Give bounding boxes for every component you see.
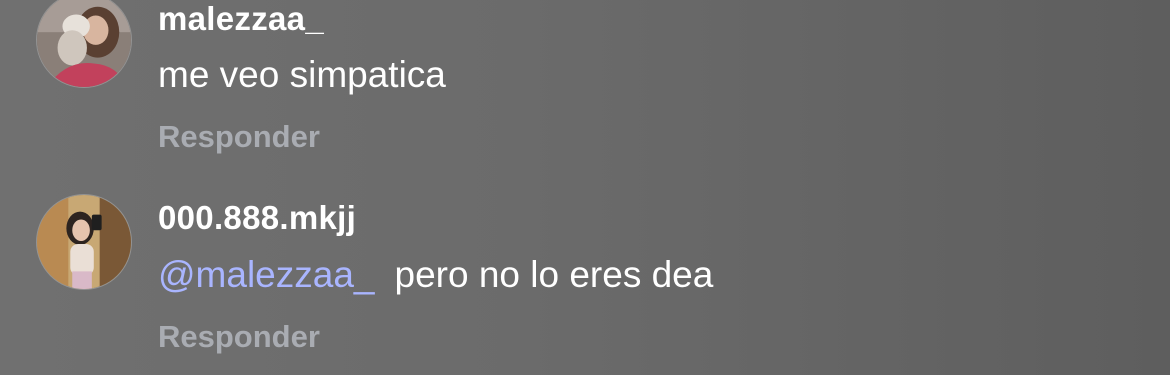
comment-text-row: @malezzaa_ pero no lo eres dea [158, 254, 713, 296]
reply-button[interactable]: Responder [158, 319, 320, 355]
comment-text: pero no lo eres dea [394, 254, 714, 295]
avatar[interactable] [36, 0, 132, 88]
comment-username[interactable]: 000.888.mkjj [158, 199, 356, 237]
comment-text: me veo simpatica [158, 54, 446, 95]
avatar-photo-icon [37, 0, 131, 87]
mention-link[interactable]: @malezzaa_ [158, 254, 375, 295]
avatar[interactable] [36, 194, 132, 290]
reply-button[interactable]: Responder [158, 119, 320, 155]
avatar-photo-icon [37, 195, 131, 289]
comment-username[interactable]: malezzaa_ [158, 0, 324, 38]
